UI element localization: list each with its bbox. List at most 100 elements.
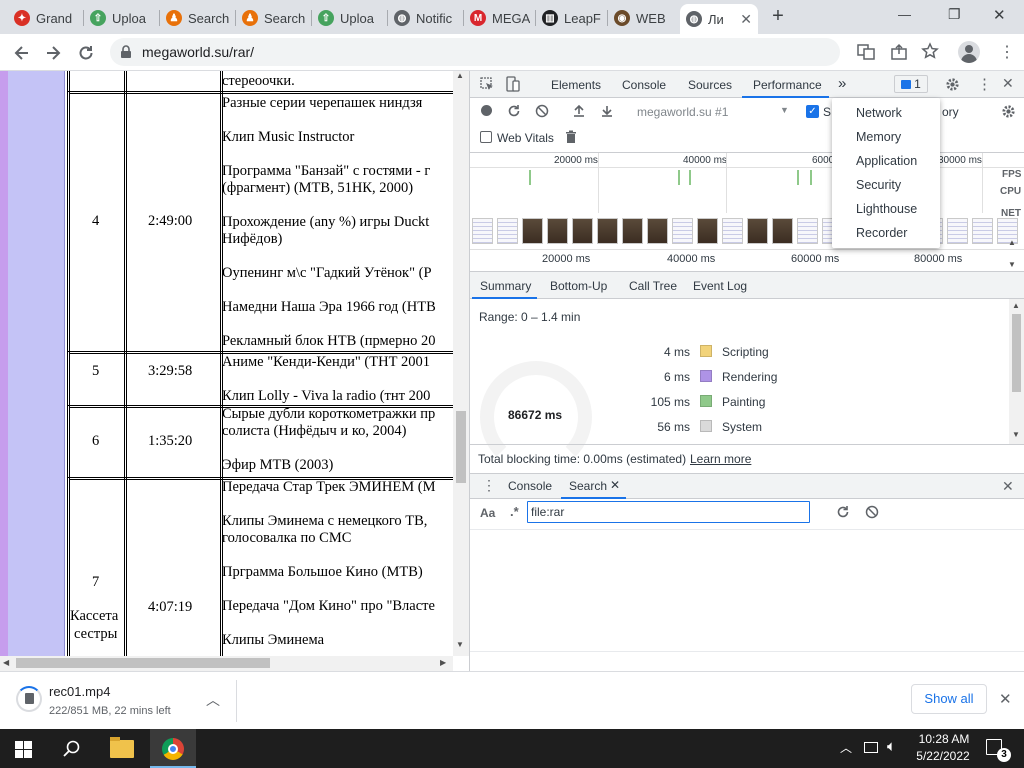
recording-select[interactable]: megaworld.su #1	[637, 105, 728, 119]
more-tabs-button[interactable]: »	[838, 75, 846, 92]
drawer-tab-search[interactable]: Search	[569, 479, 607, 493]
drawer-menu-icon[interactable]: ⋮	[482, 477, 496, 494]
devtools-tab-performance[interactable]: Performance	[753, 78, 822, 92]
screenshots-label[interactable]: S	[823, 105, 831, 119]
menu-item-lighthouse[interactable]: Lighthouse	[856, 202, 917, 216]
chrome-menu-icon[interactable]: ⋮	[999, 42, 1015, 62]
file-explorer-icon[interactable]	[110, 737, 134, 758]
summary-scrollbar[interactable]: ▲ ▼	[1009, 299, 1024, 444]
filmstrip-thumbnail[interactable]	[947, 218, 968, 244]
forward-icon[interactable]	[43, 43, 63, 63]
minimize-button[interactable]: —	[898, 7, 911, 22]
tab-close-icon[interactable]: ✕	[740, 11, 752, 28]
lock-icon[interactable]	[120, 45, 132, 59]
filmstrip-thumbnail[interactable]	[797, 218, 818, 244]
refresh-search-icon[interactable]	[836, 505, 850, 519]
browser-tab[interactable]: ▥ LeapF	[536, 4, 608, 32]
windows-start-icon[interactable]	[15, 741, 32, 758]
restore-button[interactable]: ❐	[948, 6, 961, 23]
browser-tab[interactable]: ✦ Grand	[8, 4, 84, 32]
memory-label[interactable]: ory	[942, 105, 959, 119]
share-icon[interactable]	[890, 43, 908, 61]
timeline-scroll-up[interactable]: ▲	[1008, 238, 1016, 247]
web-vitals-label[interactable]: Web Vitals	[497, 131, 554, 145]
page-horizontal-scrollbar[interactable]: ◀ ▶	[0, 656, 453, 671]
filmstrip-thumbnail[interactable]	[622, 218, 643, 244]
chrome-taskbar-button[interactable]	[150, 729, 196, 768]
clear-search-icon[interactable]	[865, 505, 879, 519]
filmstrip-thumbnail[interactable]	[972, 218, 993, 244]
page-hscroll-thumb[interactable]	[16, 658, 270, 668]
filmstrip-thumbnail[interactable]	[572, 218, 593, 244]
browser-tab[interactable]: ♟ Search	[236, 4, 312, 32]
clock-time[interactable]: 10:28 AM	[914, 732, 974, 746]
download-profile-icon[interactable]	[600, 104, 614, 118]
browser-tab[interactable]: ♟ Search	[160, 4, 236, 32]
tab-bottom-up[interactable]: Bottom-Up	[550, 279, 607, 293]
filmstrip-thumbnail[interactable]	[722, 218, 743, 244]
browser-tab[interactable]: M MEGA	[464, 4, 536, 32]
tray-chevron-up-icon[interactable]: ︿	[840, 739, 852, 756]
menu-item-memory[interactable]: Memory	[856, 130, 901, 144]
filmstrip-thumbnail[interactable]	[772, 218, 793, 244]
translate-icon[interactable]	[857, 43, 875, 61]
page-vertical-scrollbar[interactable]: ▲ ▼	[453, 71, 469, 656]
browser-tab[interactable]: ◉ WEB	[608, 4, 680, 32]
menu-item-recorder[interactable]: Recorder	[856, 226, 907, 240]
drawer-tab-console[interactable]: Console	[508, 479, 552, 493]
menu-item-network[interactable]: Network	[856, 106, 902, 120]
match-case-button[interactable]: Aa	[480, 506, 495, 520]
browser-tab[interactable]: ⇧ Uploa	[84, 4, 160, 32]
close-downloads-icon[interactable]: ✕	[999, 690, 1012, 708]
tab-event-log[interactable]: Event Log	[693, 279, 747, 293]
menu-item-security[interactable]: Security	[856, 178, 901, 192]
profile-avatar[interactable]	[958, 41, 980, 63]
show-all-button[interactable]: Show all	[911, 684, 987, 714]
clear-icon[interactable]	[535, 104, 549, 118]
reload-icon[interactable]	[76, 43, 96, 63]
filmstrip-thumbnail[interactable]	[547, 218, 568, 244]
web-vitals-checkbox[interactable]	[480, 131, 492, 143]
close-window-button[interactable]: ✕	[993, 6, 1006, 24]
timeline-overview[interactable]: 20000 ms 40000 ms 6000 30000 ms FPS CPU …	[470, 153, 1024, 271]
devtools-menu-icon[interactable]: ⋮	[977, 75, 992, 93]
device-toolbar-icon[interactable]	[506, 76, 520, 92]
reload-record-icon[interactable]	[507, 104, 521, 118]
devtools-settings-icon[interactable]	[945, 77, 960, 92]
filmstrip-thumbnail[interactable]	[672, 218, 693, 244]
learn-more-link[interactable]: Learn more	[690, 452, 751, 466]
browser-tab[interactable]: ◍ Ли ✕	[680, 4, 758, 34]
filmstrip-thumbnail[interactable]	[697, 218, 718, 244]
devtools-close-icon[interactable]: ✕	[1002, 75, 1014, 92]
inspect-element-icon[interactable]	[480, 77, 494, 91]
search-input[interactable]	[527, 501, 810, 523]
address-bar[interactable]: megaworld.su/rar/	[110, 38, 840, 66]
menu-item-application[interactable]: Application	[856, 154, 917, 168]
volume-icon[interactable]: 🔈︎	[887, 738, 896, 755]
filmstrip-thumbnail[interactable]	[522, 218, 543, 244]
download-chevron-up-icon[interactable]: ︿	[206, 690, 220, 710]
trash-icon[interactable]	[565, 130, 577, 144]
issues-badge[interactable]: 1	[894, 75, 928, 93]
devtools-tab-elements[interactable]: Elements	[551, 78, 601, 92]
devtools-tab-console[interactable]: Console	[622, 78, 666, 92]
regex-button[interactable]: .*	[510, 504, 519, 519]
close-search-tab-icon[interactable]: ✕	[610, 478, 620, 492]
filmstrip-thumbnail[interactable]	[472, 218, 493, 244]
recording-select-chevron[interactable]: ▼	[780, 105, 789, 115]
drawer-close-icon[interactable]: ✕	[1002, 478, 1014, 495]
filmstrip-thumbnail[interactable]	[597, 218, 618, 244]
page-scroll-thumb[interactable]	[456, 411, 466, 483]
filmstrip-thumbnail[interactable]	[747, 218, 768, 244]
screenshot-filmstrip[interactable]	[472, 218, 1024, 246]
tab-summary[interactable]: Summary	[480, 279, 531, 293]
capture-settings-icon[interactable]	[1001, 104, 1016, 119]
record-icon[interactable]	[481, 105, 492, 116]
tab-call-tree[interactable]: Call Tree	[629, 279, 677, 293]
upload-profile-icon[interactable]	[572, 104, 586, 118]
network-icon[interactable]	[864, 742, 878, 753]
back-icon[interactable]	[12, 43, 32, 63]
devtools-tab-sources[interactable]: Sources	[688, 78, 732, 92]
browser-tab[interactable]: ◍ Notific	[388, 4, 464, 32]
screenshots-checkbox[interactable]: ✓	[806, 105, 819, 118]
